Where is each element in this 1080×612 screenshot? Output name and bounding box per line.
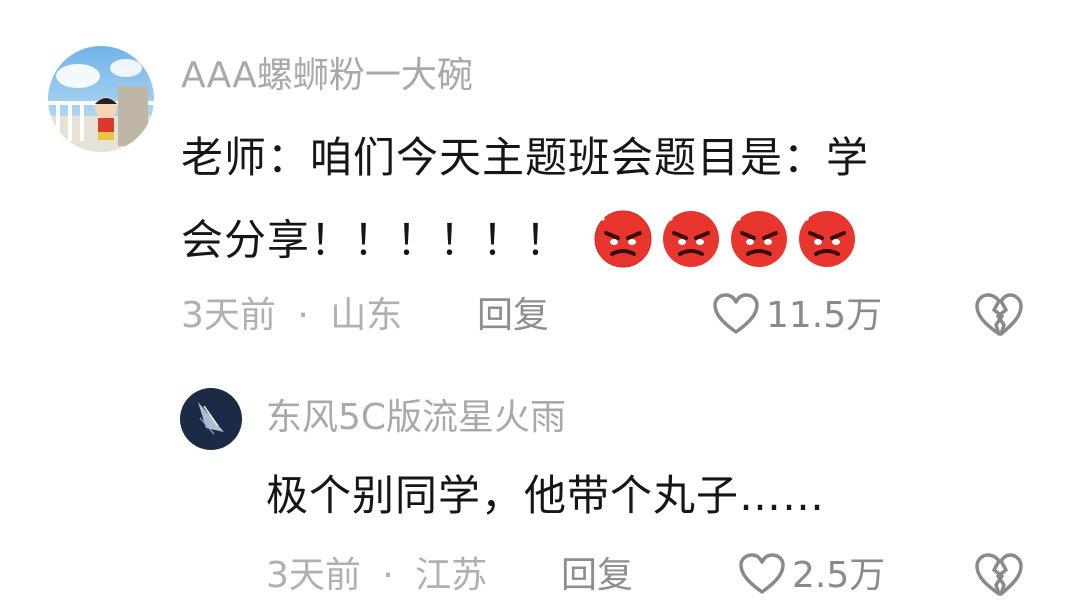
angry-face-icon <box>728 206 790 280</box>
comment-location: 江苏 <box>415 555 488 596</box>
meta-separator: · <box>297 295 309 336</box>
comment-location: 山东 <box>330 295 403 336</box>
like-button[interactable]: 2.5万 <box>738 550 885 602</box>
comment-text-line2: 会分享！！！！！！ <box>181 206 864 280</box>
avatar[interactable] <box>180 388 242 450</box>
like-count: 2.5万 <box>792 555 886 596</box>
comment-time: 3天前 <box>181 295 276 336</box>
comment-text: 极个别同学，他带个丸子…… <box>266 471 826 520</box>
avatar-image <box>180 388 242 450</box>
comment-time: 3天前 <box>266 555 361 596</box>
like-count: 11.5万 <box>766 295 883 336</box>
reply-button[interactable]: 回复 <box>561 554 633 598</box>
heart-icon <box>712 292 760 340</box>
angry-face-icon <box>592 206 654 280</box>
comment-meta: 3天前 · 山东 <box>181 294 402 338</box>
comment-text: 老师：咱们今天主题班会题目是：学 <box>181 133 870 182</box>
comment-text-part: 会分享！！！！！！ <box>181 215 569 265</box>
avatar-image <box>48 46 154 152</box>
heart-icon <box>738 552 786 600</box>
comment-meta: 3天前 · 江苏 <box>266 554 487 598</box>
broken-heart-icon[interactable] <box>974 552 1024 602</box>
angry-face-icon <box>796 206 858 280</box>
broken-heart-icon[interactable] <box>974 292 1024 342</box>
username[interactable]: 东风5C版流星火雨 <box>266 396 566 440</box>
username[interactable]: AAA螺蛳粉一大碗 <box>181 54 473 98</box>
reply-button[interactable]: 回复 <box>477 294 549 338</box>
like-button[interactable]: 11.5万 <box>712 290 882 342</box>
angry-face-icon <box>660 206 722 280</box>
meta-separator: · <box>382 555 394 596</box>
avatar[interactable] <box>48 46 154 152</box>
